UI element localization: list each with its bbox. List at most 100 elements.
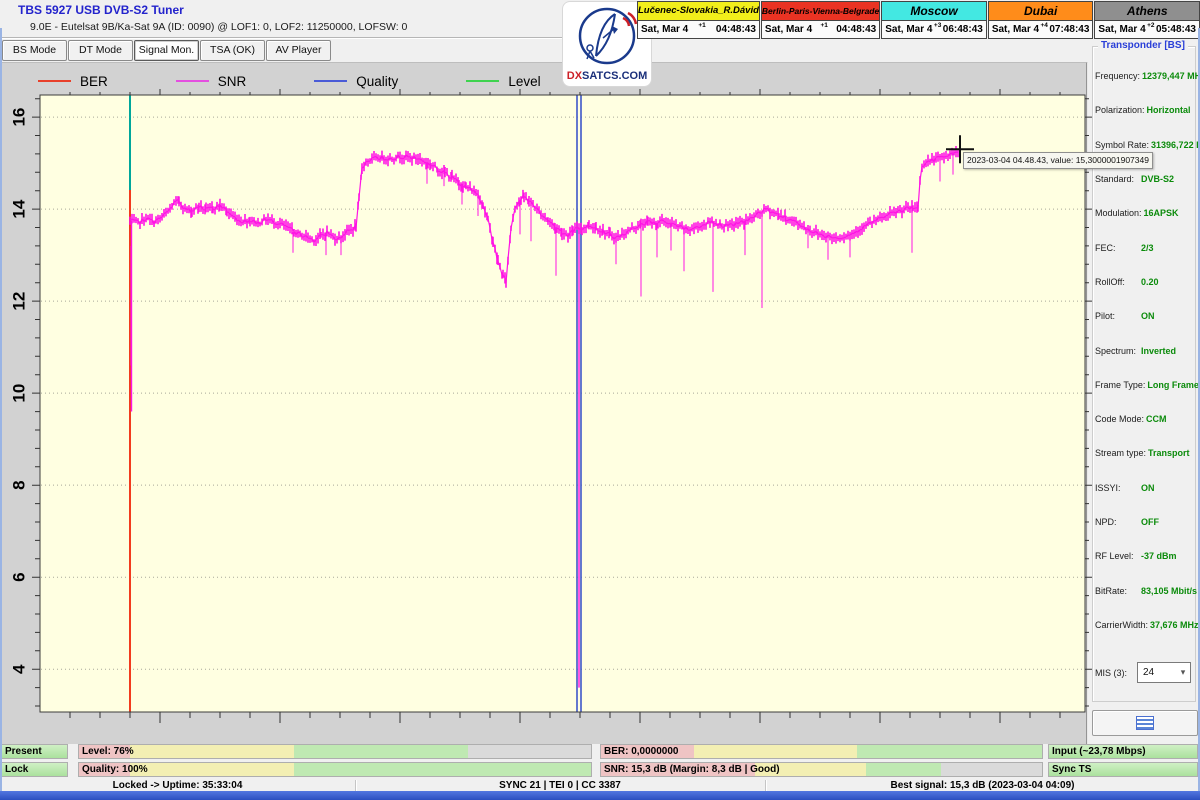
meter-bar-ber: BER: 0,0000000 [600, 744, 1043, 759]
field-value: 37,676 MHz [1150, 620, 1199, 630]
tab-bs-mode[interactable]: BS Mode [2, 40, 67, 61]
window-bottom-strip [0, 791, 1200, 800]
logo-wordmark: DXSATCS.COM [563, 70, 651, 82]
field-label: RF Level: [1095, 551, 1139, 561]
tab-av-player[interactable]: AV Player [266, 40, 331, 61]
field-label: Code Mode: [1095, 414, 1144, 424]
status-sync: SYNC 21 | TEI 0 | CC 3387 [355, 780, 765, 791]
field-value: DVB-S2 [1141, 174, 1174, 184]
chart-legend: BER SNR Quality Level [38, 71, 609, 91]
tab-bar: BS ModeDT ModeSignal Mon.TSA (OK)AV Play… [2, 40, 332, 62]
meter-segment [941, 763, 1042, 776]
mis-dropdown[interactable]: 24 ▾ [1137, 662, 1191, 683]
meter-input-23-78-mbps: Input (~23,78 Mbps) [1048, 744, 1198, 759]
transponder-field-spectrum: Spectrum:Inverted [1095, 333, 1194, 367]
clock-time: Sat, Mar 4+104:48:43 [638, 21, 759, 38]
field-label: FEC: [1095, 243, 1139, 253]
log-button[interactable] [1092, 710, 1198, 736]
field-value: 83,105 Mbit/s [1141, 586, 1197, 596]
meter-text: Quality: 100% [82, 763, 148, 776]
clock-moscow: MoscowSat, Mar 4+306:48:43 [881, 1, 987, 39]
status-bar: Locked -> Uptime: 35:33:04 SYNC 21 | TEI… [0, 780, 1200, 791]
field-value: 2/3 [1141, 243, 1154, 253]
header-divider [0, 37, 562, 39]
legend-label: BER [80, 74, 108, 89]
transponder-field-bitrate: BitRate:83,105 Mbit/s [1095, 573, 1194, 607]
field-value: -37 dBm [1141, 551, 1177, 561]
mis-row: MIS (3): 24 ▾ [1095, 662, 1191, 683]
meter-sync-ts: Sync TS [1048, 762, 1198, 777]
field-value: ON [1141, 483, 1155, 493]
field-value: ON [1141, 311, 1155, 321]
window-edge [0, 28, 2, 791]
clock-dubai: DubaiSat, Mar 4+407:48:43 [988, 1, 1094, 39]
meter-label-lock: Lock [1, 762, 68, 777]
signal-meters: Present Level: 76% BER: 0,0000000 Input (~2… [0, 744, 1200, 780]
meter-segment [694, 745, 857, 758]
transponder-field-frame-type: Frame Type:Long Frame [1095, 368, 1194, 402]
clock-time: Sat, Mar 4+306:48:43 [882, 21, 986, 38]
legend-label: Quality [356, 74, 398, 89]
meter-segment [866, 763, 941, 776]
field-label: Stream type: [1095, 448, 1146, 458]
field-value: 12379,447 MHz [1142, 71, 1200, 81]
transponder-field-pilot: Pilot:ON [1095, 299, 1194, 333]
field-label: Modulation: [1095, 208, 1142, 218]
legend-item-snr: SNR [176, 74, 247, 89]
app-window: TBS 5927 USB DVB-S2 Tuner 9.0E - Eutelsa… [0, 0, 1200, 800]
transponder-field-polarization: Polarization:Horizontal [1095, 93, 1194, 127]
transponder-groupbox: Transponder [BS] Frequency:12379,447 MHz… [1092, 46, 1196, 702]
meter-text: Level: 76% [82, 745, 134, 758]
field-value: Transport [1148, 448, 1190, 458]
meter-segment [294, 763, 591, 776]
meter-segment [857, 745, 1042, 758]
field-label: Standard: [1095, 174, 1139, 184]
signal-chart-panel: BER SNR Quality Level [2, 62, 1088, 744]
transponder-field-fec: FEC:2/3 [1095, 230, 1194, 264]
legend-label: Level [508, 74, 540, 89]
meter-segment [294, 745, 468, 758]
meter-segment [130, 763, 294, 776]
clock-time: Sat, Mar 4+407:48:43 [989, 21, 1093, 38]
transponder-field-code-mode: Code Mode:CCM [1095, 402, 1194, 436]
meter-bar-level: Level: 76% [78, 744, 592, 759]
clock-athens: AthensSat, Mar 4+205:48:43 [1094, 1, 1200, 39]
tab-dt-mode[interactable]: DT Mode [68, 40, 133, 61]
tab-signal-mon[interactable]: Signal Mon. [134, 40, 199, 61]
meter-text: Present [5, 745, 42, 758]
transponder-panel: Transponder [BS] Frequency:12379,447 MHz… [1090, 40, 1200, 744]
field-value: OFF [1141, 517, 1159, 527]
meter-text: BER: 0,0000000 [604, 745, 679, 758]
transponder-fields: Frequency:12379,447 MHzPolarization:Hori… [1095, 59, 1194, 642]
field-value: 31396,722 KS/s [1151, 140, 1200, 150]
meter-text: Input (~23,78 Mbps) [1052, 745, 1146, 758]
chart-tooltip: 2023-03-04 04.48.43, value: 15,300000190… [963, 152, 1153, 169]
field-label: Frequency: [1095, 71, 1140, 81]
transponder-field-modulation: Modulation:16APSK [1095, 196, 1194, 230]
field-value: 0.20 [1141, 277, 1159, 287]
transponder-field-npd: NPD:OFF [1095, 505, 1194, 539]
meter-label-present: Present [1, 744, 68, 759]
transponder-field-rolloff: RollOff:0.20 [1095, 265, 1194, 299]
status-uptime: Locked -> Uptime: 35:33:04 [0, 780, 355, 791]
field-value: Inverted [1141, 346, 1176, 356]
clock-time: Sat, Mar 4+205:48:43 [1095, 21, 1199, 38]
field-label: Polarization: [1095, 105, 1145, 115]
field-value: CCM [1146, 414, 1167, 424]
meter-bar-snr: SNR: 15,3 dB (Margin: 8,3 dB | Good) [600, 762, 1043, 777]
meter-text: SNR: 15,3 dB (Margin: 8,3 dB | Good) [604, 763, 780, 776]
meter-segment [130, 745, 294, 758]
clock-berlin-paris-vienna-belgrade: Berlin-Paris-Vienna-BelgradeSat, Mar 4+1… [761, 1, 880, 39]
transponder-field-rf-level: RF Level:-37 dBm [1095, 539, 1194, 573]
transponder-field-stream-type: Stream type:Transport [1095, 436, 1194, 470]
tab-tsa-ok[interactable]: TSA (OK) [200, 40, 265, 61]
transponder-field-carrierwidth: CarrierWidth:37,676 MHz [1095, 608, 1194, 642]
status-best-signal: Best signal: 15,3 dB (2023-03-04 04:09) [765, 780, 1200, 791]
app-title: TBS 5927 USB DVB-S2 Tuner [18, 3, 184, 17]
field-label: ISSYI: [1095, 483, 1139, 493]
field-value: Long Frame [1147, 380, 1199, 390]
field-value: 16APSK [1144, 208, 1179, 218]
mis-selected-value: 24 [1143, 667, 1154, 678]
field-label: Pilot: [1095, 311, 1139, 321]
legend-label: SNR [218, 74, 247, 89]
